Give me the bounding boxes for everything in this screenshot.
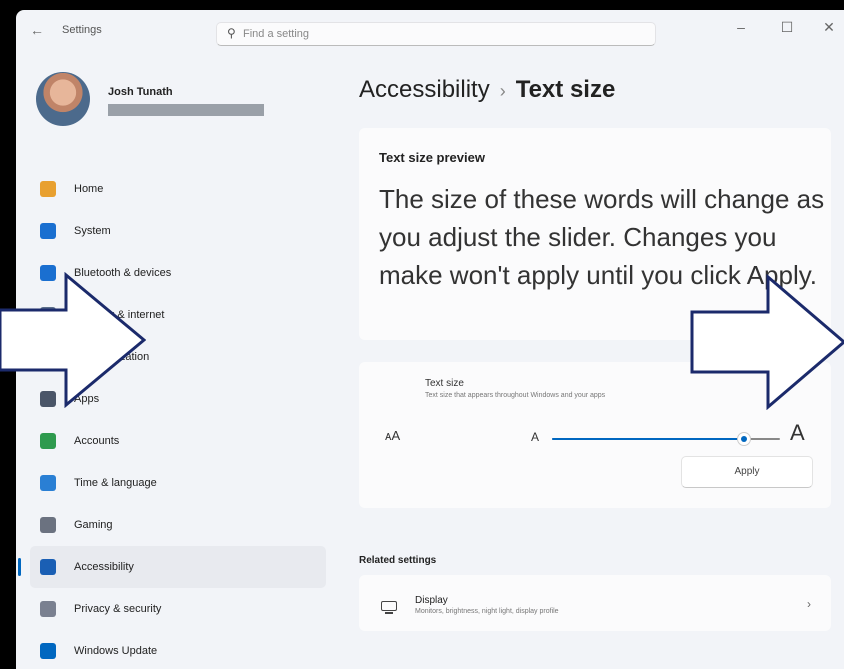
text-size-description: Text size that appears throughout Window…: [425, 392, 606, 399]
avatar[interactable]: [36, 72, 90, 126]
sidebar-item-label: Windows Update: [74, 645, 158, 657]
sidebar-item-label: Privacy & security: [74, 603, 162, 615]
sidebar-item-label: Home: [74, 183, 104, 195]
system-icon: [40, 223, 56, 239]
user-email-redacted: [108, 104, 264, 116]
sidebar-item-gaming[interactable]: Gaming: [30, 504, 326, 546]
display-link-card[interactable]: Display Monitors, brightness, night ligh…: [359, 575, 831, 631]
chevron-right-icon: ›: [807, 597, 811, 611]
text-size-slider[interactable]: [552, 432, 780, 446]
text-size-icon: ᴀA: [385, 428, 401, 443]
home-icon: [40, 181, 56, 197]
breadcrumb: Accessibility › Text size: [359, 76, 615, 104]
sidebar-item-label: System: [74, 225, 111, 237]
privacy-shield-icon: [40, 601, 56, 617]
sidebar-item-label: Accounts: [74, 435, 120, 447]
search-icon: ⚲: [227, 26, 236, 40]
sidebar-nav: Home System Bluetooth & devices Network & i…: [18, 168, 326, 669]
preview-title: Text size preview: [379, 150, 485, 165]
back-arrow-icon[interactable]: ←: [30, 22, 44, 38]
breadcrumb-separator-icon: ›: [499, 81, 506, 101]
sidebar-item-label: Time & language: [74, 477, 157, 489]
minimize-button[interactable]: –: [726, 19, 756, 35]
slider-max-label: A: [790, 420, 805, 445]
sidebar-item-home[interactable]: Home: [30, 168, 326, 210]
sidebar-item-accounts[interactable]: Accounts: [30, 420, 326, 462]
sidebar-item-system[interactable]: System: [30, 210, 326, 252]
gaming-icon: [40, 517, 56, 533]
display-title: Display: [415, 595, 448, 606]
sidebar-item-label: Gaming: [74, 519, 113, 531]
text-size-title: Text size: [425, 378, 464, 389]
slider-fill: [552, 438, 744, 440]
maximize-button[interactable]: ☐: [772, 19, 802, 36]
right-arrow-right-overlay-icon: [690, 274, 844, 410]
search-placeholder: Find a setting: [243, 28, 310, 40]
apply-button[interactable]: Apply: [681, 456, 813, 488]
app-title: Settings: [62, 24, 102, 36]
close-button[interactable]: ✕: [814, 19, 844, 36]
search-box[interactable]: ⚲ Find a setting: [216, 22, 656, 46]
right-arrow-left-overlay-icon: [0, 272, 146, 408]
breadcrumb-parent[interactable]: Accessibility: [359, 76, 490, 103]
sidebar-item-accessibility[interactable]: Accessibility: [18, 546, 326, 588]
title-bar: ← Settings ⚲ Find a setting – ☐ ✕: [16, 10, 844, 50]
accounts-icon: [40, 433, 56, 449]
active-indicator: [18, 558, 21, 576]
slider-thumb[interactable]: [736, 432, 751, 446]
user-name: Josh Tunath: [108, 86, 173, 98]
time-language-icon: [40, 475, 56, 491]
display-description: Monitors, brightness, night light, displ…: [415, 608, 559, 615]
page-title: Text size: [515, 76, 616, 103]
sidebar-item-time-language[interactable]: Time & language: [30, 462, 326, 504]
sidebar-item-label: Accessibility: [74, 561, 134, 573]
related-settings-heading: Related settings: [359, 555, 437, 566]
monitor-icon: [381, 601, 397, 614]
slider-min-label: A: [531, 430, 540, 444]
sidebar-item-windows-update[interactable]: Windows Update: [30, 630, 326, 669]
sidebar-item-privacy-security[interactable]: Privacy & security: [30, 588, 326, 630]
accessibility-icon: [40, 559, 56, 575]
windows-update-icon: [40, 643, 56, 659]
